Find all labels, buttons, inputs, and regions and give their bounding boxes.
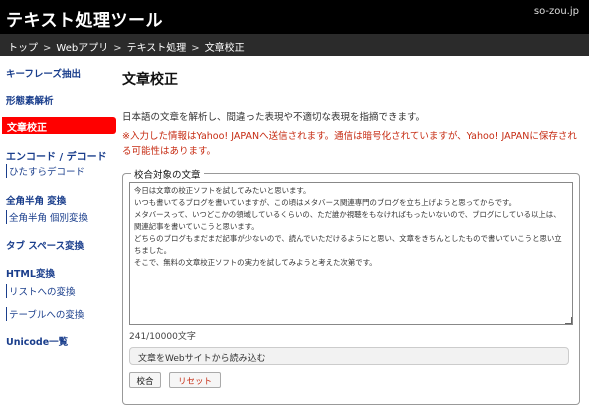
sidebar-item-encode[interactable]: エンコード / デコード — [6, 148, 107, 163]
breadcrumb: トップ > Webアプリ > テキスト処理 > 文章校正 — [0, 34, 589, 56]
top-header-bar: テキスト処理ツール so-zou.jp — [0, 0, 589, 34]
sidebar-item-list-conv[interactable]: リストへの変換 — [6, 284, 76, 298]
main-content: 文章校正 日本語の文章を解析し、間違った表現や不適切な表現を指摘できます。 ※入… — [118, 56, 589, 407]
sidebar-item-keyphrase[interactable]: キーフレーズ抽出 — [6, 66, 81, 80]
textarea-resize-grip[interactable] — [565, 317, 572, 324]
text-input-area[interactable]: 今日は文章の校正ソフトを試してみたいと思います。 いつも書いてるブログを書いてい… — [129, 182, 573, 325]
breadcrumb-separator: > — [113, 43, 122, 54]
privacy-warning: ※入力した情報はYahoo! JAPANへ送信されます。通信は暗号化されています… — [122, 131, 577, 157]
sidebar-item-table-conv[interactable]: テーブルへの変換 — [6, 307, 84, 321]
sidebar-item-tab-space[interactable]: タブ スペース変換 — [6, 238, 84, 252]
breadcrumb-item-webapp[interactable]: Webアプリ — [56, 43, 108, 54]
sidebar-nav: キーフレーズ抽出 形態素解析 文章校正 エンコード / デコード ひたすらデコー… — [0, 56, 118, 407]
sidebar-item-zenkaku-individual[interactable]: 全角半角 個別変換 — [6, 210, 88, 224]
fieldset-legend: 校合対象の文章 — [131, 167, 204, 181]
sidebar-item-unicode[interactable]: Unicode一覧 — [6, 334, 68, 348]
site-domain[interactable]: so-zou.jp — [534, 6, 579, 17]
sidebar-item-proofread-active[interactable]: 文章校正 — [2, 117, 116, 134]
page-description: 日本語の文章を解析し、間違った表現や不適切な表現を指摘できます。 — [122, 112, 426, 123]
sidebar-item-zenkaku[interactable]: 全角半角 変換 — [6, 193, 66, 207]
breadcrumb-item-top[interactable]: トップ — [8, 43, 38, 54]
input-fieldset: 校合対象の文章 今日は文章の校正ソフトを試してみたいと思います。 いつも書いてる… — [122, 167, 580, 405]
breadcrumb-item-current: 文章校正 — [204, 43, 245, 54]
submit-button[interactable]: 校合 — [129, 372, 161, 388]
breadcrumb-separator: > — [43, 43, 52, 54]
breadcrumb-separator: > — [191, 43, 200, 54]
load-from-web-button[interactable]: 文章をWebサイトから読み込む — [129, 347, 569, 365]
sidebar-item-morph[interactable]: 形態素解析 — [6, 93, 54, 107]
page-title: 文章校正 — [122, 72, 178, 88]
char-counter: 241/10000文字 — [129, 332, 196, 342]
sidebar-item-hiragana[interactable]: ひたすらデコード — [6, 164, 85, 178]
reset-button[interactable]: リセット — [169, 372, 221, 388]
breadcrumb-item-text-processing[interactable]: テキスト処理 — [127, 43, 187, 54]
app-title[interactable]: テキスト処理ツール — [6, 6, 163, 31]
sidebar-item-html[interactable]: HTML変換 — [6, 266, 55, 280]
